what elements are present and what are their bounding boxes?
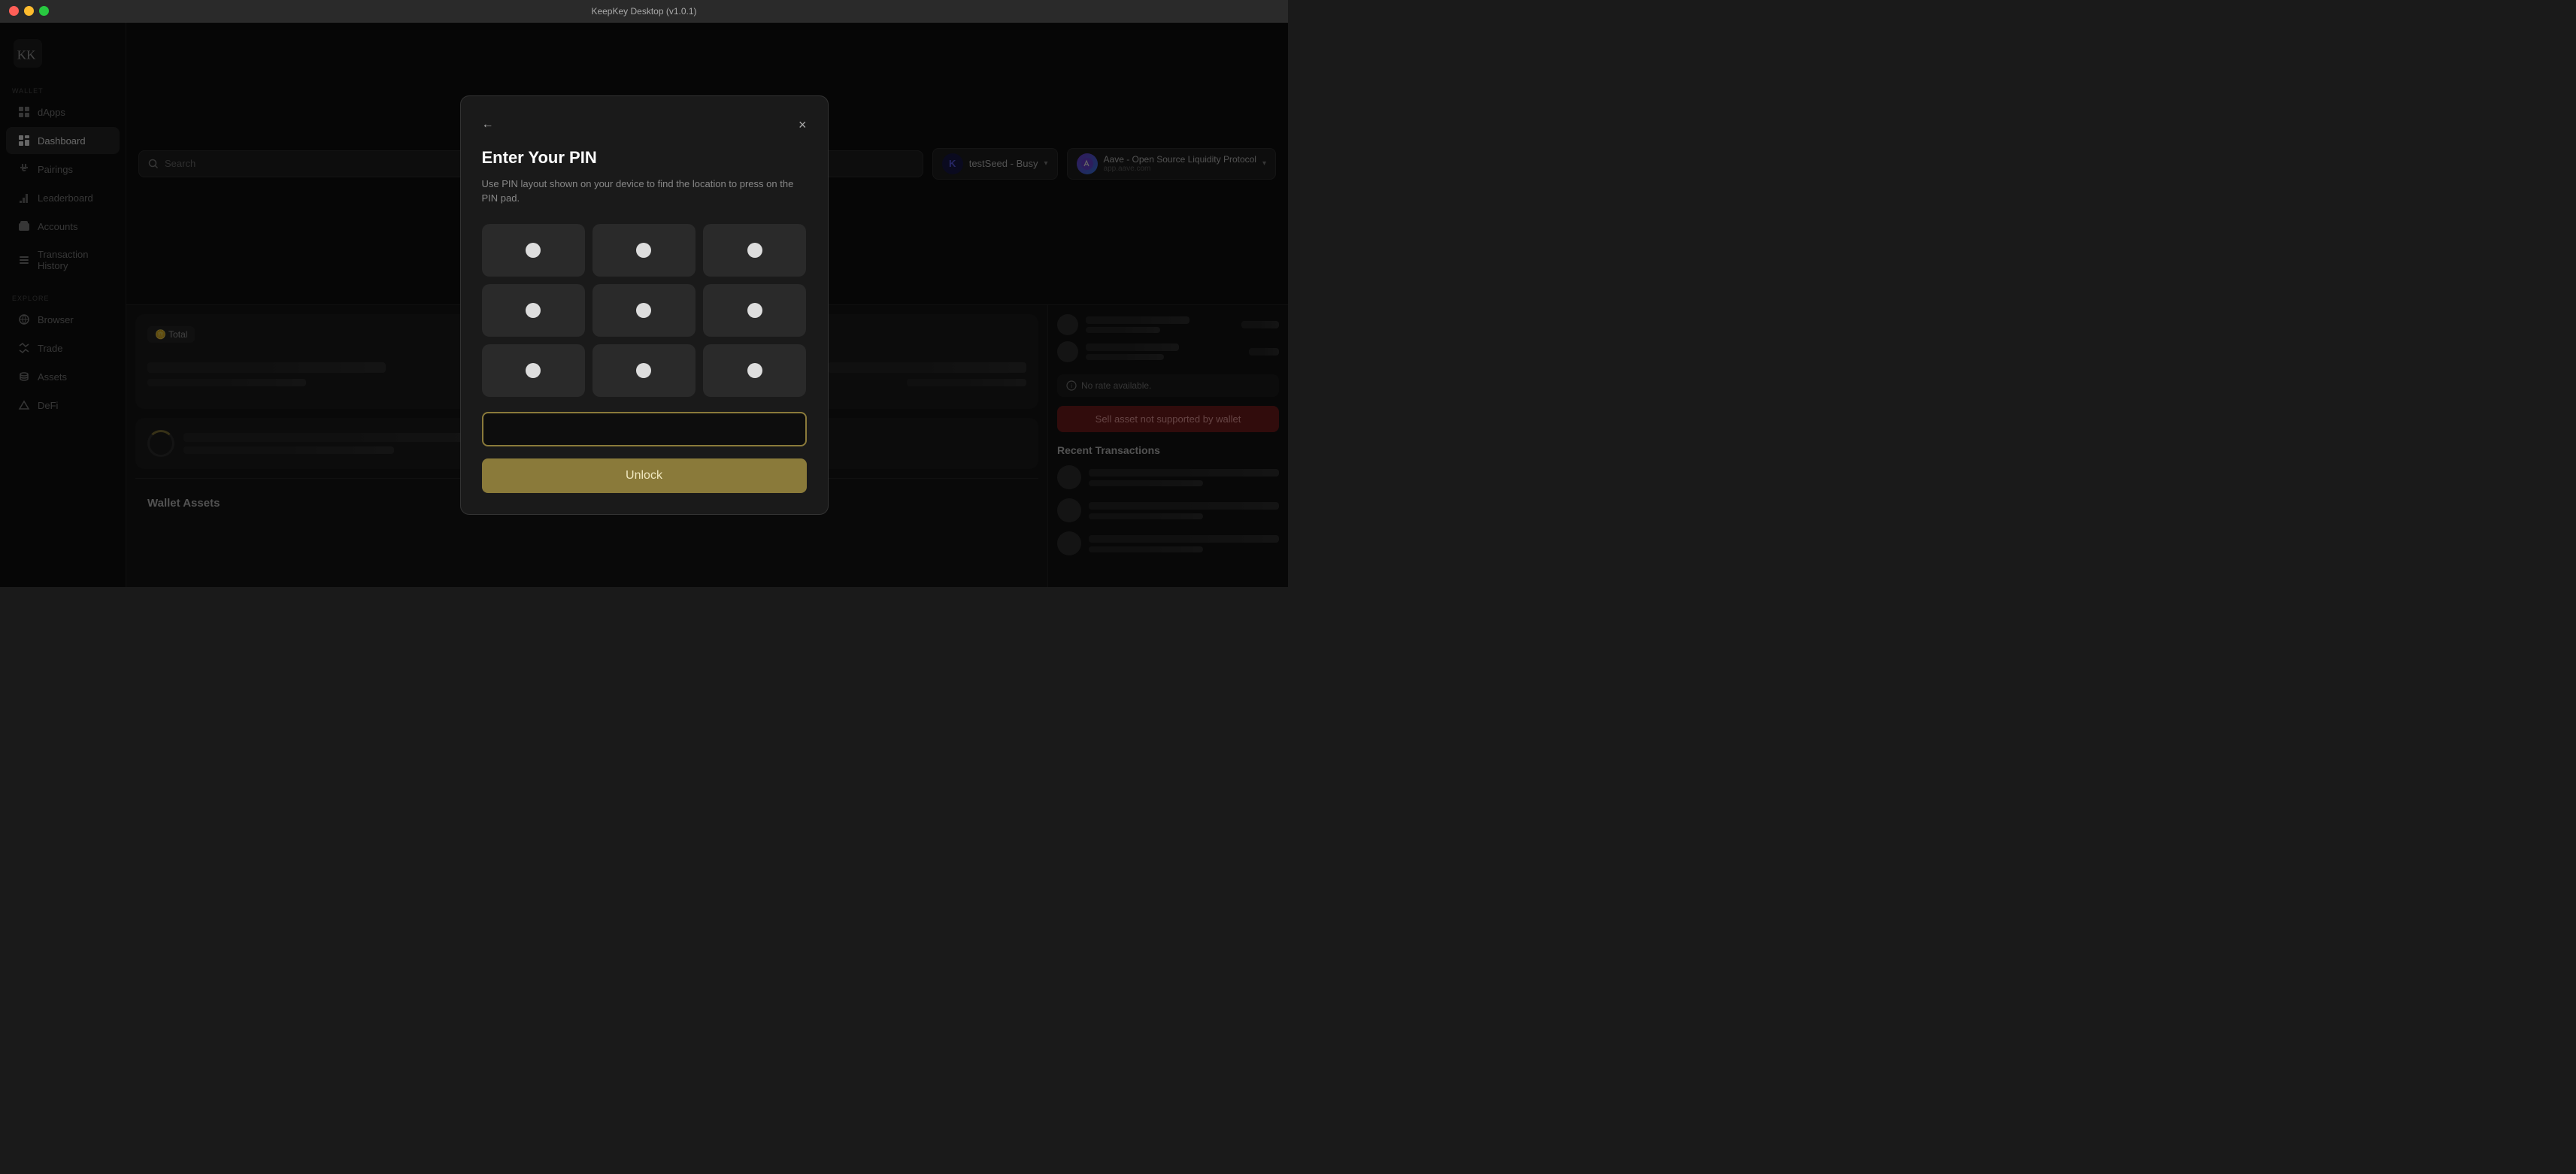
modal-back-button[interactable]: ← [482, 118, 494, 132]
modal-title: Enter Your PIN [482, 148, 807, 168]
pin-button-6[interactable] [703, 284, 806, 337]
pin-dot-4 [526, 303, 541, 318]
pin-button-7[interactable] [482, 344, 585, 397]
maximize-window-btn[interactable] [39, 6, 49, 16]
pin-input[interactable] [482, 412, 807, 446]
pin-button-3[interactable] [703, 224, 806, 277]
titlebar: KeepKey Desktop (v1.0.1) [0, 0, 1288, 23]
pin-modal: ← × Enter Your PIN Use PIN layout shown … [460, 95, 829, 515]
modal-overlay: ← × Enter Your PIN Use PIN layout shown … [0, 23, 1288, 587]
window-controls[interactable] [9, 6, 49, 16]
window-title: KeepKey Desktop (v1.0.1) [591, 6, 696, 17]
pin-dot-2 [636, 243, 651, 258]
minimize-window-btn[interactable] [24, 6, 34, 16]
pin-button-2[interactable] [592, 224, 696, 277]
pin-button-8[interactable] [592, 344, 696, 397]
pin-dot-9 [747, 363, 762, 378]
pin-dot-3 [747, 243, 762, 258]
close-window-btn[interactable] [9, 6, 19, 16]
pin-dot-6 [747, 303, 762, 318]
pin-dot-5 [636, 303, 651, 318]
pin-dot-8 [636, 363, 651, 378]
modal-close-button[interactable]: × [799, 117, 807, 133]
modal-header: ← × [482, 117, 807, 133]
pin-button-5[interactable] [592, 284, 696, 337]
pin-button-1[interactable] [482, 224, 585, 277]
pin-dot-7 [526, 363, 541, 378]
modal-subtitle: Use PIN layout shown on your device to f… [482, 177, 807, 206]
pin-grid [482, 224, 807, 397]
pin-dot-1 [526, 243, 541, 258]
unlock-button[interactable]: Unlock [482, 458, 807, 493]
pin-button-9[interactable] [703, 344, 806, 397]
pin-button-4[interactable] [482, 284, 585, 337]
